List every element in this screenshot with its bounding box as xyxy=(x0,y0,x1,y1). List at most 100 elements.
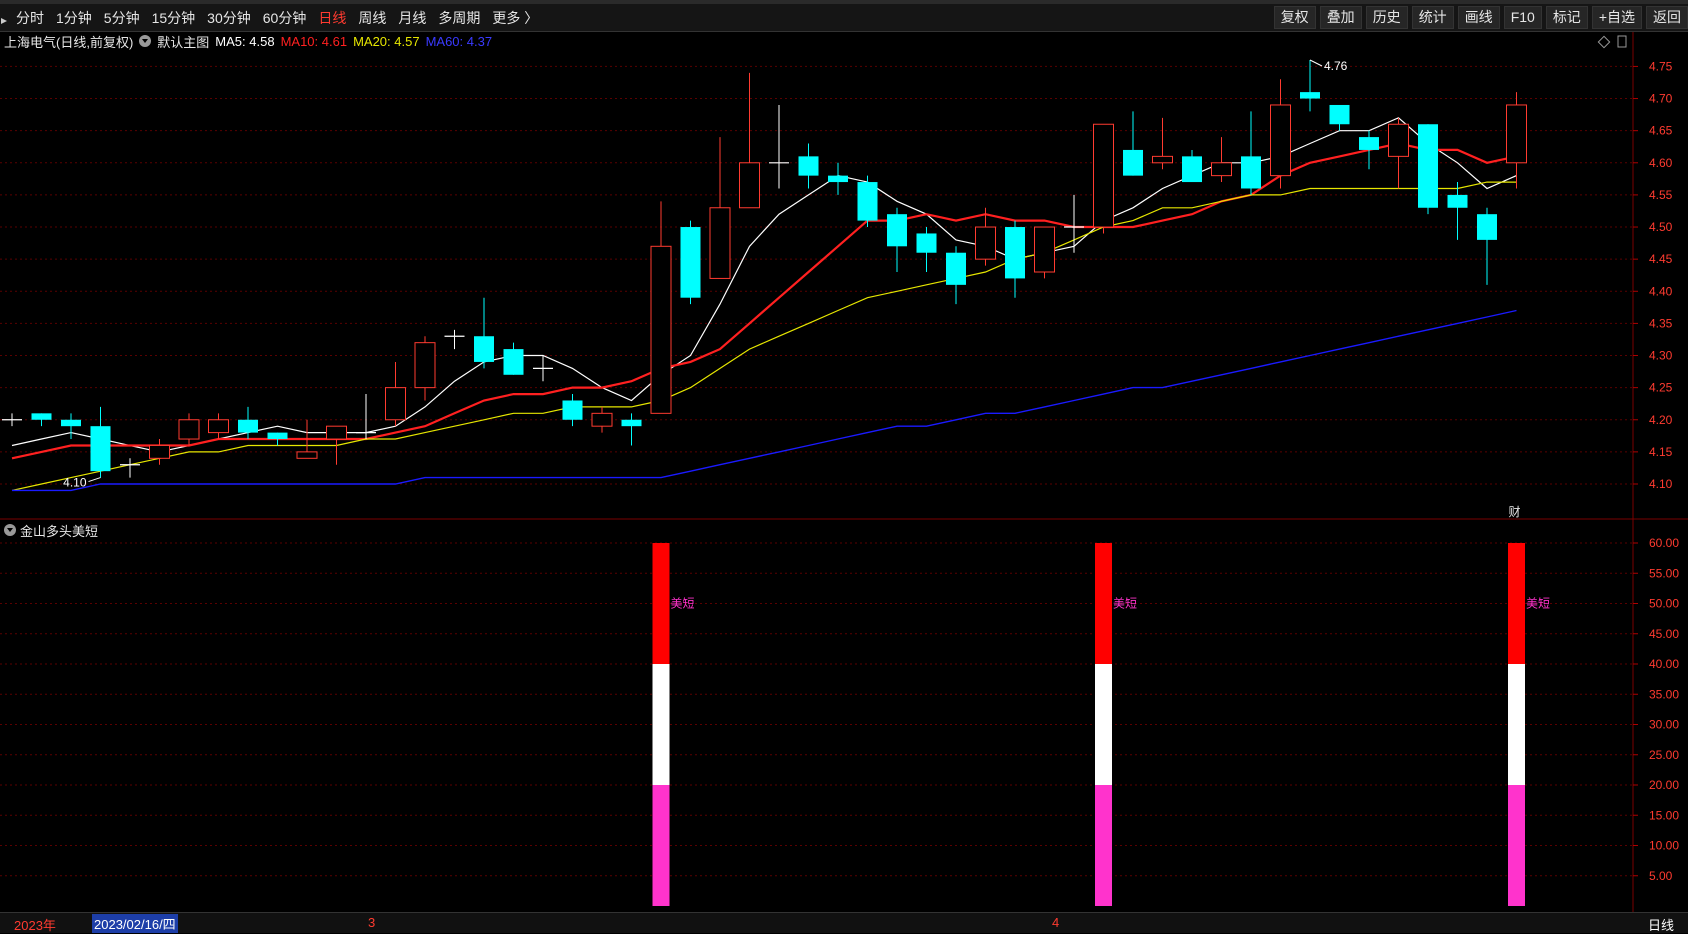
candle-body xyxy=(1418,124,1438,208)
tab-30min[interactable]: 30分钟 xyxy=(201,8,257,28)
candle-body xyxy=(1388,123,1409,157)
stock-title: 上海电气(日线,前复权) xyxy=(4,34,134,50)
candle-body xyxy=(385,387,406,421)
candle-body xyxy=(178,419,200,440)
y-tick-label: 4.20 xyxy=(1649,413,1673,427)
month-4-label: 4 xyxy=(1052,915,1060,930)
candle-body xyxy=(1329,104,1350,125)
candle-body xyxy=(296,451,318,459)
y-tick-label: 4.15 xyxy=(1649,445,1673,459)
ma5-value: MA5: 4.58 xyxy=(215,33,275,49)
candle-body xyxy=(1506,104,1527,164)
period-toolbar: 分时 1分钟 5分钟 15分钟 30分钟 60分钟 日线 周线 月线 多周期 更… xyxy=(0,4,1688,32)
candle-body xyxy=(326,425,347,440)
signal-label: 美短 xyxy=(1526,597,1550,611)
tab-more[interactable]: 更多 〉 xyxy=(486,8,544,28)
dropdown-circle-icon[interactable] xyxy=(139,35,152,47)
signal-segment-red xyxy=(652,543,670,664)
indicator-y-tick-label: 40.00 xyxy=(1649,657,1679,671)
low-price-label: 4.10 xyxy=(63,476,87,490)
indicator-legend: 金山多头美短 xyxy=(4,521,98,539)
y-tick-label: 4.10 xyxy=(1649,477,1673,491)
y-tick-label: 4.45 xyxy=(1649,252,1673,266)
tab-daily[interactable]: 日线 xyxy=(312,8,352,28)
ma20-value: MA20: 4.57 xyxy=(353,33,420,49)
y-tick-label: 4.30 xyxy=(1649,349,1673,363)
candle-body xyxy=(1270,104,1291,177)
add-watchlist-button[interactable]: +自选 xyxy=(1591,6,1642,29)
indicator-y-tick-label: 35.00 xyxy=(1649,687,1679,701)
history-button[interactable]: 历史 xyxy=(1365,6,1408,29)
candle-body xyxy=(149,444,170,459)
indicator-y-tick-label: 10.00 xyxy=(1649,839,1679,853)
candle-body xyxy=(1123,149,1143,176)
main-candlestick-chart[interactable]: 4.75 4.70 4.65 4.60 4.55 4.50 4.45 4.40 4.35 4.30… xyxy=(0,32,1688,520)
f10-button[interactable]: F10 xyxy=(1503,6,1542,29)
tab-weekly[interactable]: 周线 xyxy=(352,8,392,28)
y-tick-label: 4.35 xyxy=(1649,316,1673,330)
candle-body xyxy=(1152,155,1173,164)
candle xyxy=(1418,124,1438,215)
candle-body xyxy=(90,426,111,472)
candle-body xyxy=(709,207,731,279)
tab-5min[interactable]: 5分钟 xyxy=(98,8,146,28)
signal-segment-pink xyxy=(652,785,670,906)
candle xyxy=(1034,226,1055,279)
signal-segment-pink xyxy=(1095,785,1112,906)
y-tick-label: 4.65 xyxy=(1649,124,1673,138)
candle-body xyxy=(1359,137,1379,150)
candle-body xyxy=(1477,214,1497,240)
candle-body xyxy=(621,419,642,427)
tab-60min[interactable]: 60分钟 xyxy=(257,8,313,28)
y-tick-label: 4.50 xyxy=(1649,220,1673,234)
main-chart-bg xyxy=(0,32,1688,520)
back-button[interactable]: 返回 xyxy=(1646,6,1688,29)
candle-body xyxy=(1300,92,1320,99)
candle-body xyxy=(474,336,494,362)
mark-button[interactable]: 标记 xyxy=(1545,6,1588,29)
candle xyxy=(1093,123,1114,234)
indicator-name[interactable]: 金山多头美短 xyxy=(20,521,98,540)
candle-body xyxy=(975,226,996,260)
candle-body xyxy=(238,419,258,433)
y-tick-label: 4.25 xyxy=(1649,381,1673,395)
candle-body xyxy=(1182,156,1202,183)
time-axis-bar: 2023年 2023/02/16/四 3 4 日线 xyxy=(0,912,1688,933)
tab-fenshi[interactable]: 分时 xyxy=(10,8,50,28)
y-tick-label: 4.70 xyxy=(1649,92,1673,106)
draw-line-button[interactable]: 画线 xyxy=(1457,6,1500,29)
period-label: 日线 xyxy=(1648,918,1675,933)
cursor-date-label: 2023/02/16/四 xyxy=(92,914,178,933)
indicator-y-tick-label: 30.00 xyxy=(1649,718,1679,732)
dropdown-circle-icon[interactable] xyxy=(4,524,16,536)
candle-body xyxy=(267,432,288,440)
indicator-y-tick-label: 45.00 xyxy=(1649,627,1679,641)
candle-body xyxy=(857,182,878,221)
year-label: 2023年 xyxy=(14,918,56,933)
main-indicator-label[interactable]: 默认主图 xyxy=(157,32,209,51)
candle-body xyxy=(208,419,229,434)
tab-15min[interactable]: 15分钟 xyxy=(146,8,202,28)
stats-button[interactable]: 统计 xyxy=(1411,6,1454,29)
candle-body xyxy=(946,252,966,285)
signal-segment-pink xyxy=(1508,785,1525,906)
tab-1min[interactable]: 1分钟 xyxy=(50,8,98,28)
candle-body xyxy=(1447,194,1468,208)
tab-multi-period[interactable]: 多周期 xyxy=(432,8,486,28)
high-price-label: 4.76 xyxy=(1324,59,1348,73)
signal-segment-red xyxy=(1508,543,1525,664)
candle-body xyxy=(650,245,672,414)
signal-segment-white xyxy=(1095,664,1112,785)
signal-segment-white xyxy=(652,664,670,785)
tab-monthly[interactable]: 月线 xyxy=(392,8,432,28)
candle-body xyxy=(1093,123,1114,228)
candle-body xyxy=(61,419,81,427)
candle-body xyxy=(503,349,524,375)
overlay-button[interactable]: 叠加 xyxy=(1319,6,1362,29)
indicator-y-tick-label: 60.00 xyxy=(1649,536,1679,550)
signal-label: 美短 xyxy=(1113,597,1137,611)
indicator-chart[interactable]: 60.00 55.00 50.00 45.00 40.00 35.00 30.00 25.00… xyxy=(0,520,1688,912)
restore-rights-button[interactable]: 复权 xyxy=(1273,6,1316,29)
ma60-value: MA60: 4.37 xyxy=(425,33,493,49)
candle-body xyxy=(414,342,436,389)
